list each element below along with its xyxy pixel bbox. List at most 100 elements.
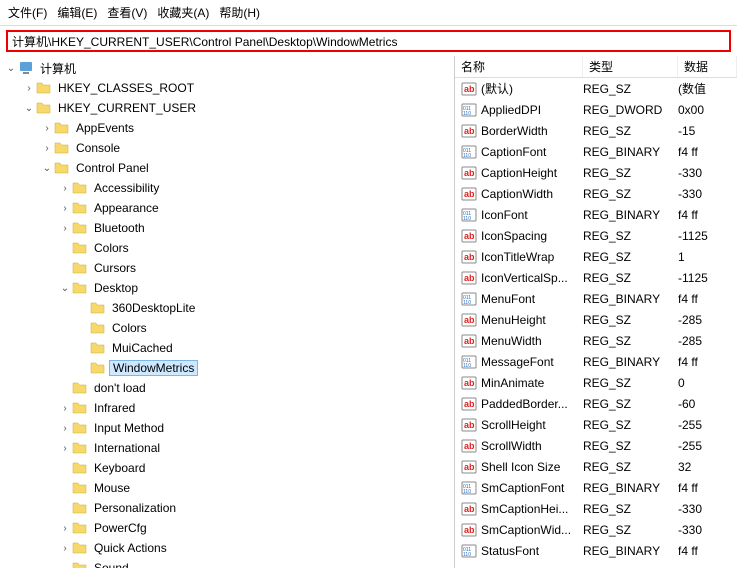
tree-root-node[interactable]: ⌄ 计算机: [0, 58, 454, 78]
tree-label: Accessibility: [92, 181, 161, 195]
tree-label: Cursors: [92, 261, 138, 275]
tree-node[interactable]: ·Keyboard: [0, 458, 454, 478]
tree-label: MuiCached: [110, 341, 175, 355]
expand-toggle[interactable]: ›: [58, 443, 72, 454]
value-type: REG_SZ: [583, 460, 678, 474]
tree-node[interactable]: ⌄Desktop: [0, 278, 454, 298]
tree-node[interactable]: ·Sound: [0, 558, 454, 568]
value-type: REG_BINARY: [583, 544, 678, 558]
value-data: 0: [678, 376, 737, 390]
tree-node[interactable]: ›International: [0, 438, 454, 458]
value-name: IconFont: [481, 208, 583, 222]
expand-toggle[interactable]: ⌄: [58, 283, 72, 294]
expand-toggle[interactable]: ›: [40, 143, 54, 154]
tree-node[interactable]: › Quick Actions: [0, 538, 454, 558]
value-data: 0x00: [678, 103, 737, 117]
value-type: REG_SZ: [583, 124, 678, 138]
value-row[interactable]: PaddedBorder...REG_SZ-60: [455, 393, 737, 414]
tree-node[interactable]: ›Input Method: [0, 418, 454, 438]
expand-toggle[interactable]: ⌄: [4, 63, 18, 74]
expand-toggle[interactable]: ⌄: [40, 163, 54, 174]
expand-toggle[interactable]: ⌄: [22, 103, 36, 114]
value-row[interactable]: Shell Icon SizeREG_SZ32: [455, 456, 737, 477]
tree-node[interactable]: ›AppEvents: [0, 118, 454, 138]
tree-node[interactable]: › Accessibility: [0, 178, 454, 198]
expand-toggle[interactable]: ›: [58, 523, 72, 534]
tree-node[interactable]: ·360DesktopLite: [0, 298, 454, 318]
expand-toggle[interactable]: ›: [22, 83, 36, 94]
expand-toggle[interactable]: ›: [40, 123, 54, 134]
value-name: (默认): [481, 80, 583, 97]
menu-edit[interactable]: 编辑(E): [57, 4, 97, 21]
tree-node[interactable]: ›PowerCfg: [0, 518, 454, 538]
value-row[interactable]: CaptionHeightREG_SZ-330: [455, 162, 737, 183]
value-data: -15: [678, 124, 737, 138]
tree-node[interactable]: ·Mouse: [0, 478, 454, 498]
value-row[interactable]: (默认)REG_SZ(数值: [455, 78, 737, 99]
string-value-icon: [461, 186, 477, 202]
tree-node[interactable]: ⌄Control Panel: [0, 158, 454, 178]
value-name: StatusFont: [481, 544, 583, 558]
folder-icon: [90, 340, 106, 356]
menu-help[interactable]: 帮助(H): [219, 4, 260, 21]
value-data: f4 ff: [678, 544, 737, 558]
string-value-icon: [461, 375, 477, 391]
tree-node[interactable]: ·Cursors: [0, 258, 454, 278]
value-row[interactable]: SmCaptionWid...REG_SZ-330: [455, 519, 737, 540]
value-row[interactable]: StatusFontREG_BINARYf4 ff: [455, 540, 737, 561]
menu-view[interactable]: 查看(V): [107, 4, 147, 21]
value-row[interactable]: CaptionWidthREG_SZ-330: [455, 183, 737, 204]
value-row[interactable]: ScrollWidthREG_SZ-255: [455, 435, 737, 456]
menu-file[interactable]: 文件(F): [8, 4, 47, 21]
tree-node[interactable]: ›Console: [0, 138, 454, 158]
expand-toggle[interactable]: ›: [58, 403, 72, 414]
value-type: REG_SZ: [583, 250, 678, 264]
value-row[interactable]: MenuHeightREG_SZ-285: [455, 309, 737, 330]
expand-toggle[interactable]: ›: [58, 183, 72, 194]
value-row[interactable]: IconVerticalSp...REG_SZ-1125: [455, 267, 737, 288]
expand-toggle[interactable]: ›: [58, 423, 72, 434]
expand-toggle[interactable]: ›: [58, 203, 72, 214]
tree-node[interactable]: ·Colors: [0, 238, 454, 258]
value-type: REG_BINARY: [583, 145, 678, 159]
col-header-data[interactable]: 数据: [678, 56, 737, 77]
value-row[interactable]: BorderWidthREG_SZ-15: [455, 120, 737, 141]
value-row[interactable]: IconTitleWrapREG_SZ1: [455, 246, 737, 267]
tree-node[interactable]: ·don't load: [0, 378, 454, 398]
tree-node[interactable]: ›Bluetooth: [0, 218, 454, 238]
value-row[interactable]: AppliedDPIREG_DWORD0x00: [455, 99, 737, 120]
value-row[interactable]: SmCaptionHei...REG_SZ-330: [455, 498, 737, 519]
tree-node[interactable]: ›Appearance: [0, 198, 454, 218]
menu-favorites[interactable]: 收藏夹(A): [157, 4, 209, 21]
value-row[interactable]: MenuFontREG_BINARYf4 ff: [455, 288, 737, 309]
value-name: Shell Icon Size: [481, 460, 583, 474]
tree-node[interactable]: ·Personalization: [0, 498, 454, 518]
expand-toggle[interactable]: ›: [58, 543, 72, 554]
value-row[interactable]: IconSpacingREG_SZ-1125: [455, 225, 737, 246]
tree-node[interactable]: ›Infrared: [0, 398, 454, 418]
tree-node[interactable]: ·MuiCached: [0, 338, 454, 358]
value-row[interactable]: MenuWidthREG_SZ-285: [455, 330, 737, 351]
tree-node[interactable]: ⌄HKEY_CURRENT_USER: [0, 98, 454, 118]
col-header-name[interactable]: 名称: [455, 56, 583, 77]
value-name: ScrollHeight: [481, 418, 583, 432]
value-row[interactable]: MessageFontREG_BINARYf4 ff: [455, 351, 737, 372]
col-header-type[interactable]: 类型: [583, 56, 678, 77]
value-row[interactable]: MinAnimateREG_SZ0: [455, 372, 737, 393]
value-data: -285: [678, 334, 737, 348]
value-row[interactable]: ScrollHeightREG_SZ-255: [455, 414, 737, 435]
tree-node[interactable]: ·WindowMetrics: [0, 358, 454, 378]
address-bar[interactable]: 计算机\HKEY_CURRENT_USER\Control Panel\Desk…: [6, 30, 731, 52]
binary-value-icon: [461, 102, 477, 118]
expand-toggle[interactable]: ›: [58, 223, 72, 234]
tree-label: Quick Actions: [92, 541, 169, 555]
value-row[interactable]: CaptionFontREG_BINARYf4 ff: [455, 141, 737, 162]
folder-icon: [36, 100, 52, 116]
tree-node[interactable]: ›HKEY_CLASSES_ROOT: [0, 78, 454, 98]
value-row[interactable]: IconFontREG_BINARYf4 ff: [455, 204, 737, 225]
tree-node[interactable]: ·Colors: [0, 318, 454, 338]
tree-pane[interactable]: ⌄ 计算机 ›HKEY_CLASSES_ROOT⌄HKEY_CURRENT_US…: [0, 56, 455, 568]
string-value-icon: [461, 417, 477, 433]
value-row[interactable]: SmCaptionFontREG_BINARYf4 ff: [455, 477, 737, 498]
value-data: f4 ff: [678, 355, 737, 369]
